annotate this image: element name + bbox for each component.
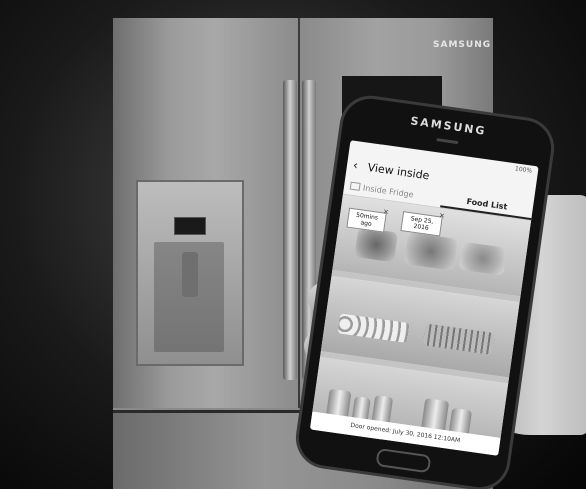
- dispenser-display: [174, 217, 206, 235]
- view-inside-app: 100% ‹ View inside Inside Fridge Food Li…: [309, 140, 539, 456]
- page-title: View inside: [366, 160, 431, 182]
- tab-label: Food List: [466, 196, 508, 212]
- water-dispenser: [136, 180, 244, 366]
- food-tag[interactable]: × 50mins ago: [346, 207, 389, 233]
- fridge-brand-logo: SAMSUNG: [433, 40, 492, 50]
- dispenser-nozzle: [182, 252, 198, 297]
- back-arrow-icon[interactable]: ‹: [352, 158, 359, 173]
- close-icon[interactable]: ×: [383, 207, 390, 216]
- fridge-left-door: [113, 18, 300, 408]
- food-tag-text: Sep 25, 2016: [410, 215, 434, 232]
- food-item: [458, 241, 508, 276]
- egg-tray: [337, 313, 410, 343]
- food-item: [354, 227, 399, 263]
- close-icon[interactable]: ×: [439, 211, 446, 220]
- food-item: [422, 323, 496, 355]
- left-door-handle: [283, 80, 297, 380]
- home-button[interactable]: [375, 447, 432, 474]
- battery-status: 100%: [514, 165, 533, 175]
- food-item: [403, 232, 458, 271]
- camera-icon: [349, 181, 361, 191]
- tab-label: Inside Fridge: [362, 182, 415, 199]
- food-tag-text: 50mins ago: [355, 211, 379, 228]
- scene: SAMSUNG SAMSUNG 100% ‹ View inside Insid…: [0, 0, 586, 489]
- food-tag[interactable]: × Sep 25, 2016: [400, 211, 445, 237]
- phone-speaker: [436, 138, 459, 145]
